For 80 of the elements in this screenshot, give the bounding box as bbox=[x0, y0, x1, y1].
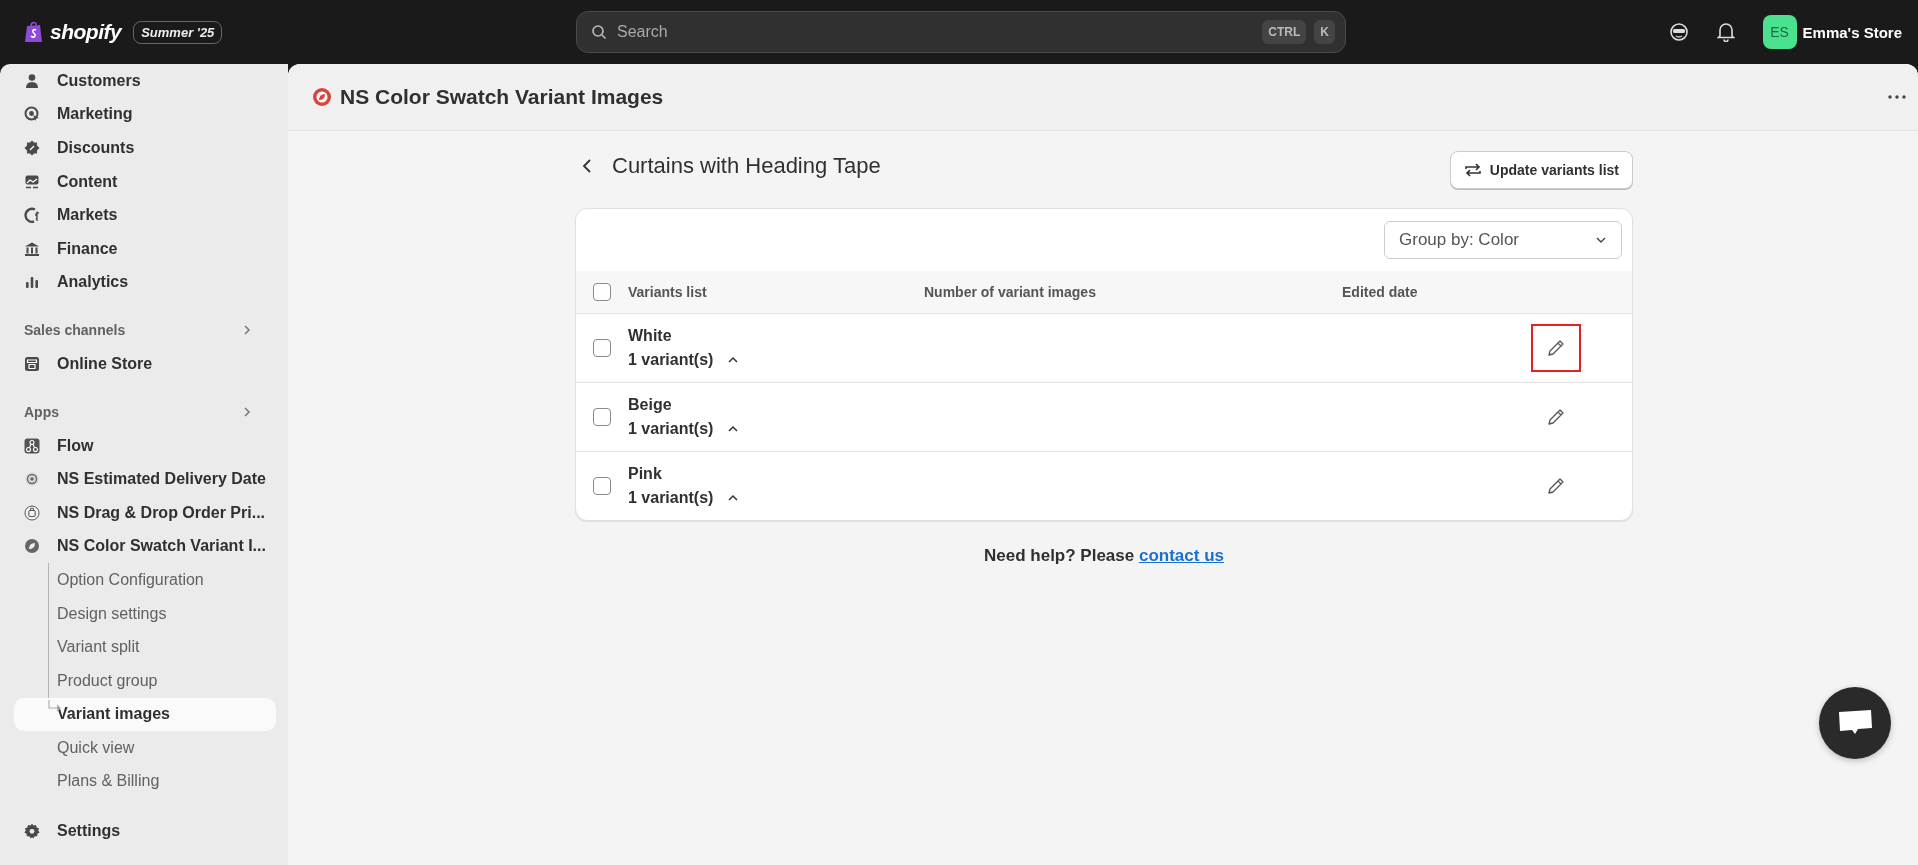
app-title: NS Color Swatch Variant Images bbox=[340, 85, 664, 109]
sub-nav-item[interactable]: Variant images bbox=[14, 697, 276, 732]
globe-dollar-icon bbox=[24, 207, 40, 224]
edit-button[interactable] bbox=[1531, 324, 1581, 372]
padlock-circle-icon bbox=[24, 504, 40, 521]
storefront-icon bbox=[24, 355, 40, 372]
sub-nav-item[interactable]: Plans & Billing bbox=[14, 764, 276, 799]
edition-badge: Summer '25 bbox=[133, 20, 223, 44]
section-heading: Sales channels bbox=[24, 322, 126, 339]
flow-diagram-icon bbox=[24, 437, 40, 454]
sub-nav-item[interactable]: Design settings bbox=[14, 596, 276, 631]
logo-text[interactable]: shopify bbox=[50, 20, 122, 44]
sub-nav-item[interactable]: Product group bbox=[14, 663, 276, 698]
more-options-icon[interactable] bbox=[1888, 95, 1906, 99]
nav-item[interactable]: NS Estimated Delivery Date bbox=[14, 462, 276, 496]
search-icon bbox=[591, 24, 607, 40]
bank-icon bbox=[24, 240, 40, 257]
sub-nav-item[interactable]: Variant split bbox=[14, 630, 276, 664]
sub-nav-item[interactable]: Quick view bbox=[14, 731, 276, 765]
nav-item[interactable]: Online Store bbox=[14, 347, 276, 381]
settings-nav-item[interactable]: Settings bbox=[14, 814, 276, 848]
chevron-right-icon[interactable] bbox=[242, 405, 252, 418]
shortcut-key: K bbox=[1314, 20, 1335, 44]
nav-item[interactable]: Content bbox=[14, 164, 276, 199]
page-title: Curtains with Heading Tape bbox=[612, 153, 881, 179]
nav-item[interactable]: Markets bbox=[14, 198, 276, 232]
person-icon bbox=[24, 72, 40, 89]
target-icon bbox=[24, 106, 40, 123]
nav-item[interactable]: Discounts bbox=[14, 131, 276, 165]
caret-icon[interactable] bbox=[727, 494, 740, 502]
pencil-icon bbox=[1546, 338, 1566, 358]
image-content-icon bbox=[24, 173, 40, 190]
discount-badge-icon bbox=[24, 140, 40, 156]
column-header: Variants list bbox=[628, 284, 708, 300]
sub-nav-item[interactable]: Option Configuration bbox=[14, 563, 276, 597]
row-checkbox[interactable] bbox=[593, 477, 611, 495]
variant-name: Beige bbox=[628, 396, 673, 414]
store-name[interactable]: Emma's Store bbox=[1802, 23, 1902, 41]
search-field[interactable]: Search CTRL K bbox=[576, 11, 1346, 53]
update-variants-button[interactable]: Update variants list bbox=[1449, 151, 1633, 189]
bar-chart-icon bbox=[24, 274, 40, 291]
search-input[interactable]: Search bbox=[615, 22, 1255, 42]
contact-us-link[interactable]: contact us bbox=[1138, 546, 1224, 565]
target-ring-icon bbox=[24, 471, 40, 488]
chat-button[interactable] bbox=[1819, 687, 1891, 759]
variant-count: 1 variant(s) bbox=[628, 489, 714, 507]
face-icon[interactable] bbox=[1668, 22, 1689, 42]
nav-item[interactable]: Analytics bbox=[14, 265, 276, 300]
caret-icon[interactable] bbox=[727, 425, 740, 433]
help-text: Need help? Please contact us bbox=[983, 546, 1225, 566]
settings-icon bbox=[24, 823, 40, 840]
variant-name: Pink bbox=[628, 465, 663, 483]
store-avatar[interactable]: ES bbox=[1762, 15, 1797, 49]
variant-count: 1 variant(s) bbox=[628, 420, 714, 438]
pencil-icon bbox=[1546, 407, 1566, 427]
nav-item[interactable]: NS Drag & Drop Order Pri... bbox=[14, 495, 276, 530]
shopping-bag-logo-icon bbox=[24, 21, 44, 43]
select-all-checkbox[interactable] bbox=[593, 283, 611, 301]
group-by-dropdown[interactable]: Group by: Color bbox=[1384, 221, 1622, 259]
row-checkbox[interactable] bbox=[593, 408, 611, 426]
shortcut-key: CTRL bbox=[1262, 20, 1307, 44]
app-logo-icon bbox=[312, 87, 332, 107]
section-heading: Apps bbox=[24, 403, 59, 420]
notification-bell-icon[interactable] bbox=[1716, 22, 1735, 42]
caret-icon[interactable] bbox=[727, 356, 740, 364]
chevron-down-icon bbox=[1595, 236, 1607, 244]
variant-count: 1 variant(s) bbox=[628, 351, 714, 369]
leaf-circle-icon bbox=[24, 538, 40, 555]
nav-item[interactable]: Customers bbox=[14, 64, 276, 98]
variant-name: White bbox=[628, 327, 673, 345]
nav-item[interactable]: NS Color Swatch Variant I... bbox=[14, 529, 276, 564]
row-checkbox[interactable] bbox=[593, 339, 611, 357]
nav-item[interactable]: Marketing bbox=[14, 97, 276, 132]
nav-item[interactable]: Flow bbox=[14, 428, 276, 463]
nav-item[interactable]: Finance bbox=[14, 231, 276, 266]
column-header: Number of variant images bbox=[924, 284, 1097, 300]
refresh-arrows-icon bbox=[1463, 162, 1482, 178]
column-header: Edited date bbox=[1342, 284, 1418, 300]
chevron-right-icon[interactable] bbox=[242, 324, 252, 337]
pencil-icon bbox=[1546, 476, 1566, 496]
